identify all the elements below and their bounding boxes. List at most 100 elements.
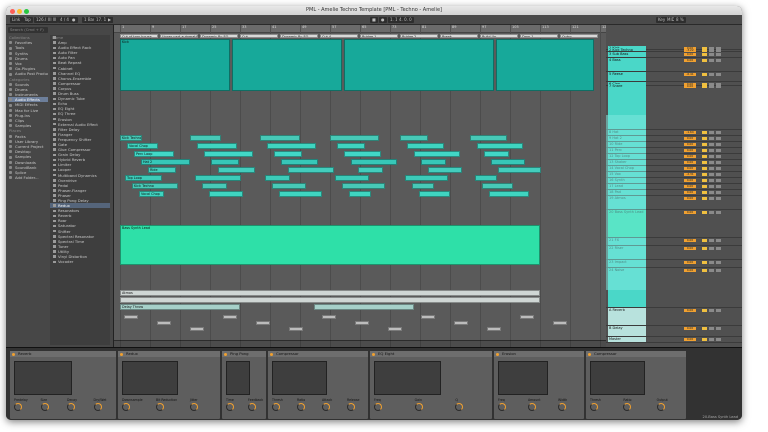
- clip[interactable]: [195, 175, 241, 181]
- clip[interactable]: [272, 183, 306, 189]
- mute-button[interactable]: [709, 136, 714, 140]
- device-knob[interactable]: [93, 403, 102, 411]
- device[interactable]: Compressor Thresh Ratio Output: [586, 351, 686, 419]
- arm-button[interactable]: [716, 130, 721, 134]
- track-volume[interactable]: 0.00: [684, 154, 696, 158]
- track-volume[interactable]: 0.00: [684, 148, 696, 152]
- solo-button[interactable]: [702, 154, 707, 158]
- sidebar-item[interactable]: Add Folder...: [8, 175, 48, 180]
- solo-button[interactable]: [702, 142, 707, 146]
- device-knob[interactable]: [297, 403, 305, 411]
- clip[interactable]: [260, 135, 300, 141]
- arm-button[interactable]: [716, 308, 721, 312]
- automation-clip[interactable]: [520, 315, 534, 319]
- device-knob[interactable]: [590, 403, 598, 411]
- locator[interactable]: Bridge 1: [360, 34, 398, 38]
- clip[interactable]: [405, 175, 448, 181]
- clip[interactable]: [197, 143, 237, 149]
- solo-button[interactable]: [702, 136, 707, 140]
- clip[interactable]: [400, 135, 428, 141]
- device-knob[interactable]: [40, 403, 49, 411]
- minimize-icon[interactable]: [17, 8, 22, 14]
- clip[interactable]: [281, 159, 318, 165]
- track-name[interactable]: 5 Reese: [608, 72, 646, 81]
- clip[interactable]: [330, 135, 379, 141]
- clip[interactable]: Top Loop: [125, 175, 162, 181]
- clip[interactable]: Kick: [120, 39, 230, 91]
- track-volume[interactable]: 0.00: [684, 238, 696, 242]
- track-name[interactable]: B Delay: [608, 326, 646, 336]
- device-knob[interactable]: [226, 403, 234, 411]
- solo-button[interactable]: [702, 178, 707, 182]
- clip[interactable]: Kick Techno: [132, 183, 178, 189]
- solo-button[interactable]: [702, 130, 707, 134]
- device-title[interactable]: Compressor: [268, 351, 368, 357]
- automation-clip[interactable]: [355, 321, 369, 325]
- track-volume[interactable]: 0.00: [684, 166, 696, 170]
- clip[interactable]: [190, 135, 221, 141]
- clip[interactable]: [482, 183, 513, 189]
- device-knob[interactable]: [14, 403, 22, 411]
- arm-button[interactable]: [716, 160, 721, 164]
- solo-button[interactable]: [702, 72, 707, 76]
- clip[interactable]: [414, 151, 460, 157]
- mute-button[interactable]: [709, 260, 714, 264]
- track-volume[interactable]: 0.00: [684, 58, 696, 62]
- track-volume[interactable]: 0.00: [684, 142, 696, 146]
- clip[interactable]: [274, 151, 302, 157]
- mute-button[interactable]: [709, 337, 714, 341]
- track-volume[interactable]: 0.00: [684, 268, 696, 272]
- solo-button[interactable]: [702, 326, 707, 330]
- browser-item[interactable]: Vocoder: [50, 259, 110, 264]
- browser-search[interactable]: Search (Cmd + F): [8, 27, 48, 33]
- mute-button[interactable]: [709, 148, 714, 152]
- locator[interactable]: Cut 4: [320, 34, 358, 38]
- clip[interactable]: [204, 151, 253, 157]
- track-volume[interactable]: 0.00: [684, 190, 696, 194]
- track-volume[interactable]: 0.00: [684, 337, 696, 341]
- clip[interactable]: [337, 143, 365, 149]
- clip[interactable]: [232, 39, 342, 91]
- solo-button[interactable]: [702, 238, 707, 242]
- mute-button[interactable]: [709, 326, 714, 330]
- device-knob[interactable]: [414, 403, 423, 411]
- track-volume[interactable]: -6.41: [684, 72, 696, 76]
- solo-button[interactable]: [702, 172, 707, 176]
- clip[interactable]: [265, 175, 290, 181]
- clip[interactable]: [421, 159, 446, 165]
- clip[interactable]: Atmos: [120, 290, 540, 296]
- solo-button[interactable]: [702, 190, 707, 194]
- track-volume[interactable]: 0.00: [684, 210, 696, 214]
- clip[interactable]: [211, 159, 239, 165]
- automation-clip[interactable]: [157, 321, 171, 325]
- device[interactable]: Erosion Freq Amount Width: [494, 351, 584, 419]
- device-knob[interactable]: [623, 403, 632, 411]
- clip[interactable]: [279, 191, 322, 197]
- track-volume[interactable]: 0.00: [684, 308, 696, 312]
- clip[interactable]: [314, 304, 414, 310]
- device-title[interactable]: EQ Eight: [370, 351, 492, 357]
- locator[interactable]: Dynamic By EQ: [280, 34, 318, 38]
- locator[interactable]: Cut of trap house: [120, 34, 158, 38]
- device-knob[interactable]: [67, 403, 75, 411]
- arm-button[interactable]: [716, 260, 721, 264]
- solo-button[interactable]: [702, 337, 707, 341]
- automation-clip[interactable]: [289, 327, 303, 331]
- device-knob[interactable]: [498, 403, 506, 411]
- mute-button[interactable]: [709, 72, 714, 76]
- mute-button[interactable]: [709, 172, 714, 176]
- arm-button[interactable]: [716, 58, 721, 62]
- track-volume[interactable]: 0.00: [684, 52, 696, 56]
- locator[interactable]: Break: [440, 34, 478, 38]
- clip[interactable]: [351, 159, 397, 165]
- solo-button[interactable]: [702, 246, 707, 250]
- clip[interactable]: Kick Techno: [120, 135, 142, 141]
- mute-button[interactable]: [709, 166, 714, 170]
- arm-button[interactable]: [716, 84, 721, 88]
- clip[interactable]: [470, 135, 507, 141]
- clip[interactable]: [496, 39, 594, 91]
- device-knob[interactable]: [272, 403, 280, 411]
- arm-button[interactable]: [716, 337, 721, 341]
- track-volume[interactable]: 0.00: [684, 160, 696, 164]
- mute-button[interactable]: [709, 196, 714, 200]
